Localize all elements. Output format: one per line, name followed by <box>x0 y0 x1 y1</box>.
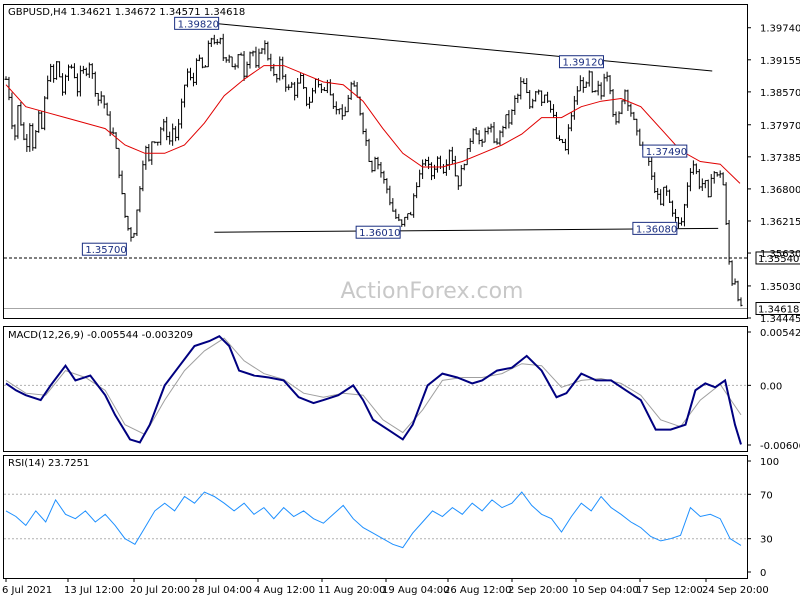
price-tick-label: 1.35030 <box>760 282 800 293</box>
annotation-label: 1.39120 <box>562 58 603 69</box>
time-tick-label: 13 Jul 12:00 <box>64 585 124 596</box>
annotation-label: 1.35700 <box>85 245 126 256</box>
time-tick-label: 19 Aug 04:00 <box>382 585 449 596</box>
price-tick-label: 1.34445 <box>760 314 800 325</box>
annotation-label: 1.39820 <box>178 19 219 30</box>
rsi-tick-label: 0 <box>760 568 766 579</box>
macd-tick-label: -0.006066 <box>760 441 800 452</box>
watermark: ActionForex.com <box>341 279 524 304</box>
chart-root: ActionForex.com GBPUSD,H4 1.34621 1.3467… <box>0 0 800 600</box>
price-tick-label: 1.39740 <box>760 24 800 35</box>
annotation-label: 1.37490 <box>646 147 687 158</box>
time-tick-label: 26 Aug 12:00 <box>444 585 511 596</box>
macd-header: MACD(12,26,9) -0.005544 -0.003209 <box>8 330 193 341</box>
price-tick-label: 1.38570 <box>760 88 800 99</box>
annotation-label: 1.36010 <box>359 228 400 239</box>
time-tick-label: 24 Sep 20:00 <box>702 585 769 596</box>
price-tick-label: 1.39155 <box>760 56 800 67</box>
macd-tick-label: 0.00 <box>760 381 782 392</box>
time-tick-label: 10 Sep 04:00 <box>572 585 639 596</box>
time-tick-label: 17 Sep 12:00 <box>636 585 703 596</box>
time-tick-label: 11 Aug 20:00 <box>318 585 385 596</box>
rsi-tick-label: 70 <box>760 490 773 501</box>
price-tick-label: 1.35630 <box>760 249 800 260</box>
rsi-tick-label: 30 <box>760 535 773 546</box>
price-tick-label: 1.36215 <box>760 217 800 228</box>
price-tick-label: 1.36800 <box>760 185 800 196</box>
time-tick-label: 20 Jul 20:00 <box>130 585 190 596</box>
annotation-label: 1.36080 <box>636 224 677 235</box>
time-tick-label: 2 Sep 20:00 <box>508 585 568 596</box>
macd-tick-label: 0.005426 <box>760 328 800 339</box>
time-tick-label: 28 Jul 04:00 <box>192 585 252 596</box>
rsi-tick-label: 100 <box>760 457 779 468</box>
time-tick-label: 4 Aug 12:00 <box>254 585 315 596</box>
price-tick-label: 1.37385 <box>760 153 800 164</box>
price-header: GBPUSD,H4 1.34621 1.34672 1.34571 1.3461… <box>8 7 245 18</box>
time-tick-label: 6 Jul 2021 <box>2 585 52 596</box>
price-tick-label: 1.37970 <box>760 121 800 132</box>
rsi-header: RSI(14) 23.7251 <box>8 458 89 469</box>
